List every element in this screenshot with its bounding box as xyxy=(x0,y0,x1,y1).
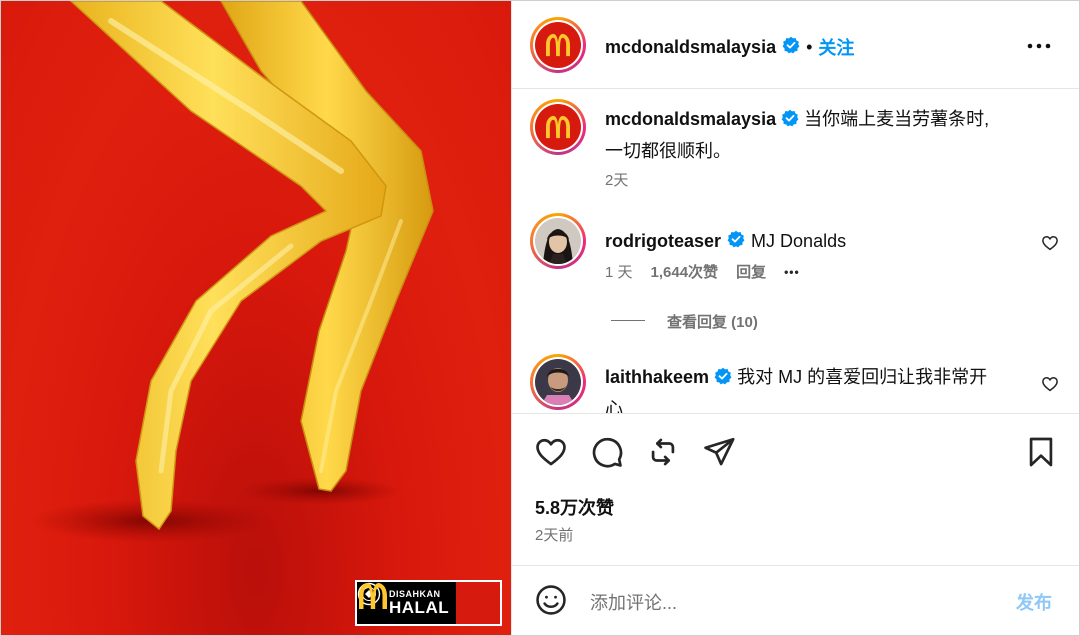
halal-badge: DISAHKAN HALAL xyxy=(355,580,502,626)
caption-time[interactable]: 2天 xyxy=(605,169,628,190)
mcdonalds-logo-icon xyxy=(546,33,570,57)
caption-text-line1: 当你端上麦当劳薯条时, xyxy=(804,109,990,129)
likes-count[interactable]: 5.8万次赞 xyxy=(535,494,614,520)
verified-badge-icon xyxy=(781,106,799,136)
avatar-photo xyxy=(535,359,581,405)
more-horizontal-icon[interactable] xyxy=(1026,33,1052,64)
commenter-avatar[interactable] xyxy=(530,354,586,410)
bookmark-icon[interactable] xyxy=(1024,435,1058,474)
share-paper-plane-icon[interactable] xyxy=(702,435,736,474)
repost-icon[interactable] xyxy=(646,435,680,474)
header-divider xyxy=(512,88,1079,89)
comment-likes[interactable]: 1,644次赞 xyxy=(651,261,719,282)
header-username[interactable]: mcdonaldsmalaysia xyxy=(605,37,776,58)
mcdonalds-logo-icon xyxy=(546,115,570,139)
comment-username[interactable]: rodrigoteaser xyxy=(605,231,721,252)
composer-divider xyxy=(512,565,1079,566)
comment-bubble-icon[interactable] xyxy=(590,435,624,474)
heart-icon[interactable] xyxy=(534,435,568,474)
verified-badge-icon xyxy=(727,230,745,253)
header-user-row: mcdonaldsmalaysia • 关注 xyxy=(605,34,854,60)
caption-text-line2: 一切都很顺利。 xyxy=(605,141,731,161)
caption-block: mcdonaldsmalaysia 当你端上麦当劳薯条时, 一切都很顺利。 xyxy=(605,104,1045,166)
comment-like-heart-icon[interactable] xyxy=(1041,375,1059,398)
author-avatar[interactable] xyxy=(530,17,586,73)
header-separator: • xyxy=(806,36,813,57)
replies-line xyxy=(611,320,645,321)
halal-badge-line2: HALAL xyxy=(389,598,450,617)
comment-more-icon[interactable]: ••• xyxy=(784,265,800,279)
post-image[interactable]: DISAHKAN HALAL xyxy=(1,1,511,635)
comment-meta: 1 天 1,644次赞 回复 ••• xyxy=(605,261,800,282)
view-replies-button[interactable]: 查看回复 (10) xyxy=(667,311,758,332)
verified-badge-icon xyxy=(714,364,732,394)
comment-time[interactable]: 1 天 xyxy=(605,261,633,282)
caption-avatar[interactable] xyxy=(530,99,586,155)
comment-text: MJ Donalds xyxy=(751,231,847,251)
mcdonalds-logo-icon xyxy=(359,582,500,624)
comment-text-line1: 我对 MJ 的喜爱回归让我非常开 xyxy=(737,367,988,387)
avatar-photo xyxy=(535,218,581,264)
comment-row: rodrigoteaser MJ Donalds xyxy=(605,226,846,256)
caption-username[interactable]: mcdonaldsmalaysia xyxy=(605,109,776,129)
comment-input[interactable]: 添加评论... xyxy=(590,589,990,615)
emoji-icon[interactable] xyxy=(534,583,568,622)
verified-badge-icon xyxy=(782,36,800,59)
fries-illustration xyxy=(31,1,434,543)
commenter-avatar[interactable] xyxy=(530,213,586,269)
post-window: DISAHKAN HALAL mcdonaldsmalaysia • 关注 mc… xyxy=(0,0,1080,636)
post-comment-button[interactable]: 发布 xyxy=(1016,589,1052,615)
actions-divider xyxy=(512,413,1079,414)
follow-button[interactable]: 关注 xyxy=(818,34,854,60)
post-sidebar: mcdonaldsmalaysia • 关注 mcdonaldsmalaysia xyxy=(511,1,1079,635)
comment-username[interactable]: laithhakeem xyxy=(605,367,709,387)
comment-reply-button[interactable]: 回复 xyxy=(736,261,766,282)
post-time[interactable]: 2天前 xyxy=(535,524,573,545)
comment-like-heart-icon[interactable] xyxy=(1041,234,1059,257)
